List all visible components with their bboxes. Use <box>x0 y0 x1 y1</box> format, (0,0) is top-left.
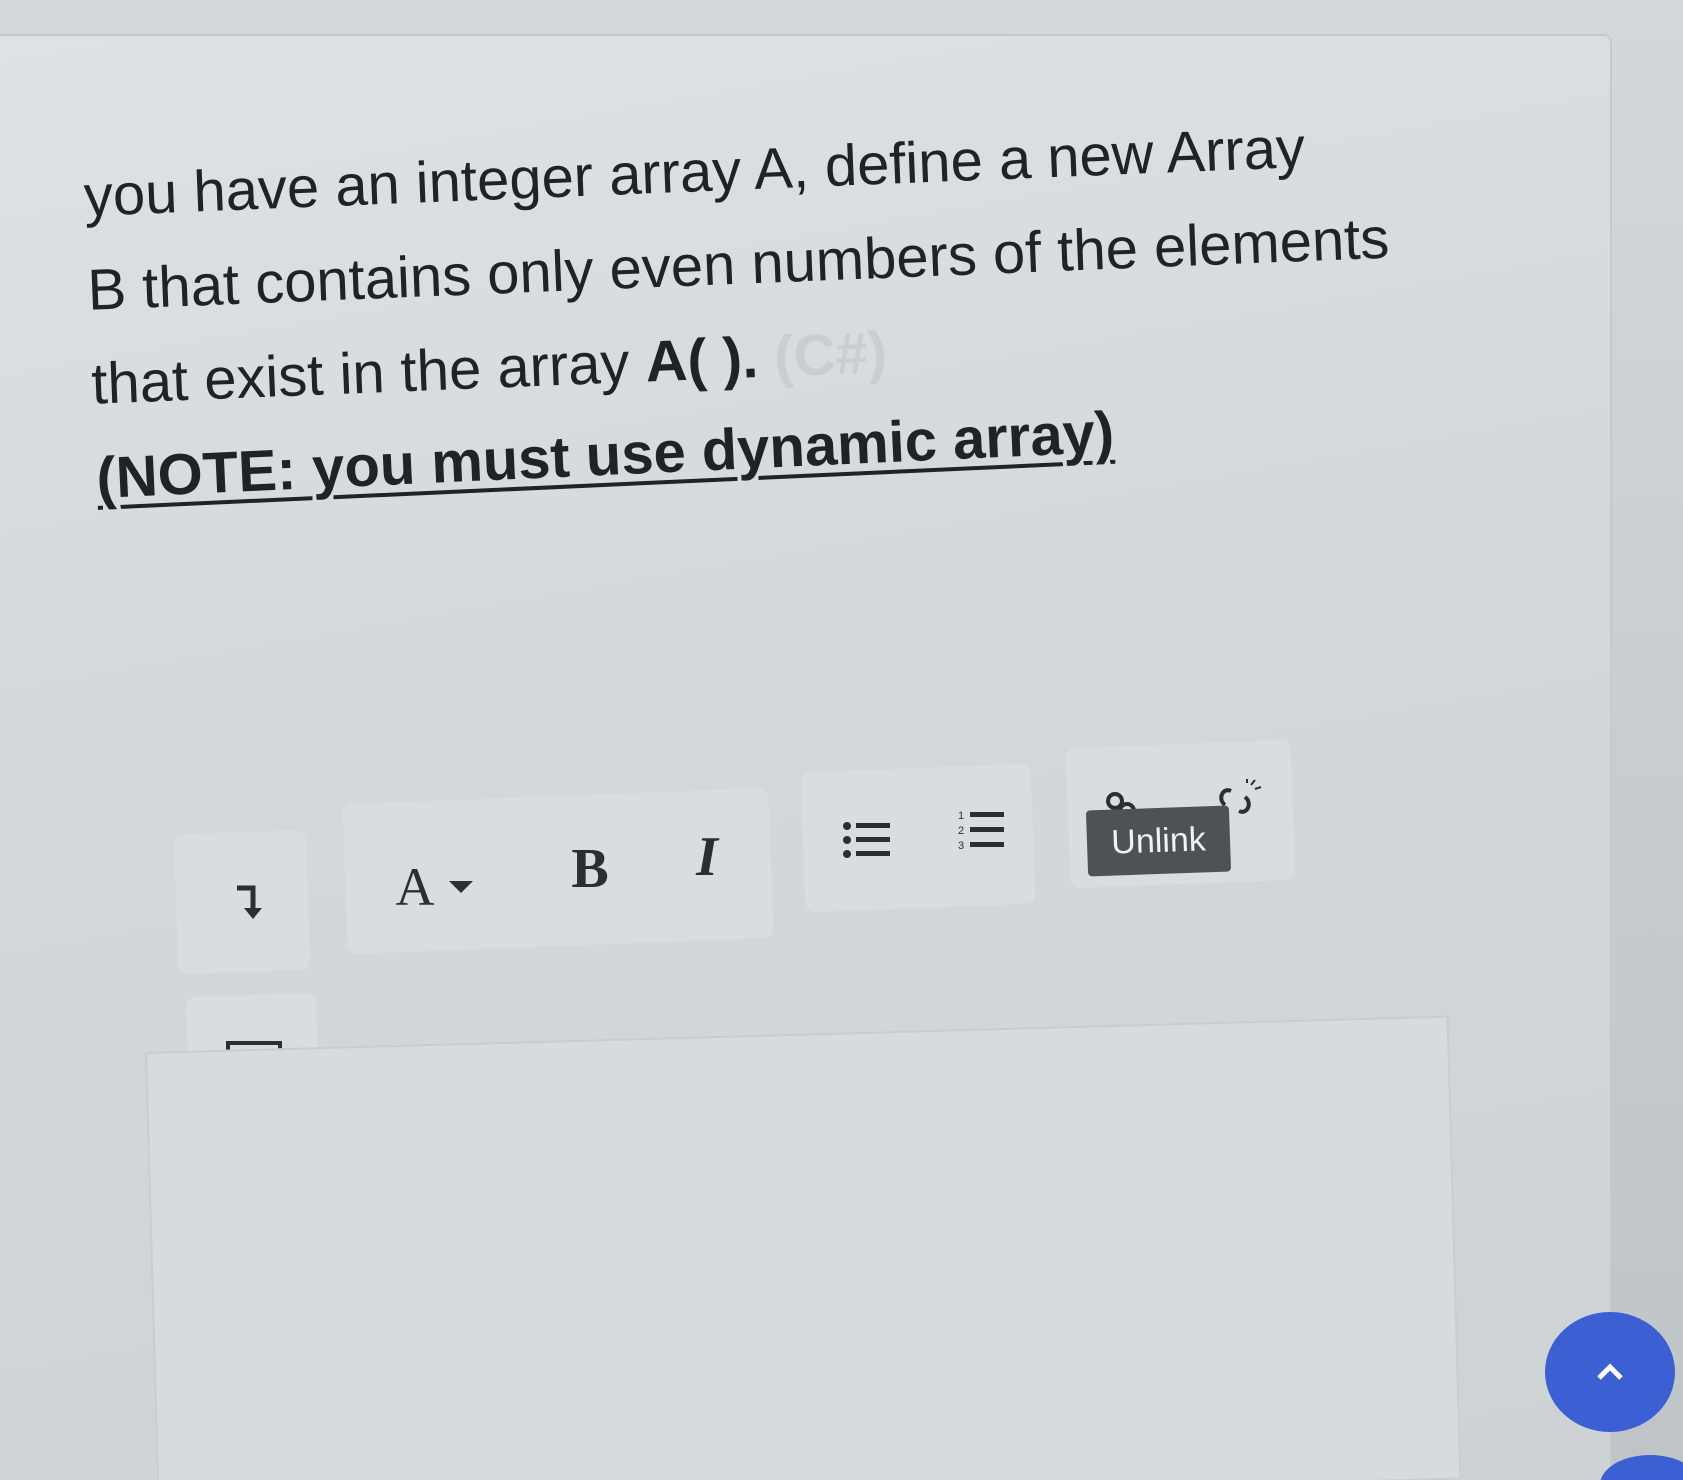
indent-arrow-icon <box>237 885 262 919</box>
numbered-list-icon: 1 2 3 <box>958 810 1004 852</box>
chevron-down-icon <box>448 881 473 893</box>
bulleted-list-icon <box>843 822 890 858</box>
answer-editor[interactable] <box>145 1015 1462 1480</box>
scroll-down-button[interactable] <box>1600 1455 1683 1480</box>
bold-button[interactable]: B <box>555 834 625 904</box>
language-hint: (C#) <box>756 319 889 391</box>
italic-label: I <box>696 826 718 888</box>
svg-text:3: 3 <box>958 840 964 852</box>
question-line-3-text: that exist in the array <box>90 329 647 417</box>
chevron-up-icon <box>1597 1363 1623 1380</box>
array-name: A( ). <box>644 325 760 395</box>
font-color-button[interactable]: A <box>380 852 490 922</box>
screen: you have an integer array A, define a ne… <box>0 0 1683 1480</box>
scroll-up-button[interactable] <box>1545 1312 1675 1432</box>
numbered-list-button[interactable]: 1 2 3 <box>948 800 1018 860</box>
indent-button[interactable] <box>218 872 278 932</box>
svg-text:1: 1 <box>958 810 964 822</box>
bold-label: B <box>571 838 609 900</box>
font-color-label: A <box>395 857 435 917</box>
unlink-tooltip: Unlink <box>1085 805 1232 877</box>
svg-text:2: 2 <box>958 825 964 837</box>
question-text: you have an integer array A, define a ne… <box>82 94 1492 432</box>
italic-button[interactable]: I <box>672 822 742 892</box>
bulleted-list-button[interactable] <box>832 810 902 870</box>
